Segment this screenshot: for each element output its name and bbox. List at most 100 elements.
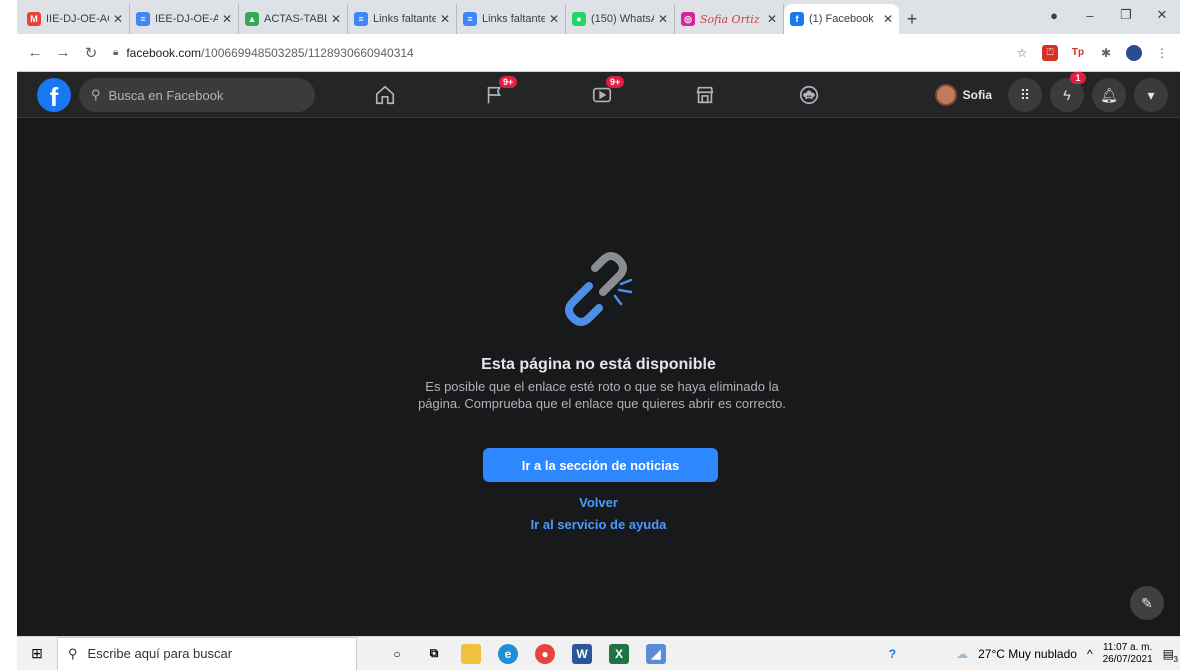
extensions: ☆ ⏍ Tp ✱ ⋮ <box>1014 44 1170 61</box>
browser-window: M IIE-DJ-OE-AC ✕ ≡ IEE-DJ-OE-AC ✕ ▲ ACTAS-TABL ✕… <box>17 0 1180 670</box>
tab-title: ACTAS-TABL <box>264 13 327 25</box>
help-icon[interactable]: ? <box>889 647 896 661</box>
minimize-icon[interactable]: – <box>1072 8 1108 23</box>
pages-badge: 9+ <box>499 76 518 88</box>
tp-extension-icon[interactable]: Tp <box>1070 45 1086 61</box>
address-bar[interactable]: 🔒︎ facebook.com/100669948503285/11289306… <box>113 39 1014 67</box>
browser-tab[interactable]: ≡ IEE-DJ-OE-AC ✕ <box>130 4 239 34</box>
word-icon[interactable]: W <box>572 643 592 664</box>
messenger-icon: ϟ <box>1063 87 1071 103</box>
new-message-button[interactable]: ✎ <box>1130 586 1164 620</box>
browser-tab[interactable]: ≡ Links faltante ✕ <box>348 4 457 34</box>
nav-groups[interactable] <box>779 72 839 118</box>
close-tab-icon[interactable]: ✕ <box>331 12 341 26</box>
file-explorer-icon[interactable] <box>461 643 481 664</box>
tab-title: Sofia Ortiz <box>700 12 760 26</box>
messenger-button[interactable]: ϟ 1 <box>1050 72 1086 112</box>
back-icon[interactable]: ← <box>23 44 47 61</box>
back-link[interactable]: Volver <box>17 495 1180 510</box>
chrome-icon[interactable]: ● <box>535 643 555 664</box>
nav-home[interactable] <box>355 72 415 118</box>
task-view-icon[interactable]: ⧉ <box>424 644 444 664</box>
close-tab-icon[interactable]: ✕ <box>113 12 123 26</box>
url-path: /100669948503285/1128930660940314 <box>201 45 414 60</box>
notifications-button[interactable]: 🔔︎ <box>1092 78 1126 112</box>
page-title: Esta página no está disponible <box>481 356 716 373</box>
tab-title: IIE-DJ-OE-AC <box>46 13 109 25</box>
broken-link-icon <box>565 252 633 326</box>
close-tab-icon[interactable]: ✕ <box>658 12 668 26</box>
edge-icon[interactable]: e <box>498 643 518 664</box>
window-controls: ● – ❐ ✕ <box>1036 0 1180 30</box>
time-text: 11:07 a. m. <box>1102 642 1153 653</box>
tab-title: (150) WhatsA <box>591 13 654 25</box>
notification-count: 3 <box>1173 655 1178 664</box>
url-host: facebook.com <box>126 45 202 60</box>
reload-icon[interactable]: ↻ <box>79 44 103 62</box>
nav-watch[interactable]: 9+ <box>572 72 632 118</box>
notifications-icon[interactable]: ▤ 3 <box>1163 647 1178 664</box>
windows-taskbar: ⊞ ⚲ Escribe aquí para buscar ○ ⧉ e ● W X… <box>17 636 1180 670</box>
cortana-icon[interactable]: ○ <box>387 644 407 664</box>
browser-tab[interactable]: f (1) Facebook ✕ <box>784 4 899 34</box>
messenger-badge: 1 <box>1070 72 1086 84</box>
search-icon: ⚲ <box>91 87 101 102</box>
close-tab-icon[interactable]: ✕ <box>222 12 232 26</box>
nav-marketplace[interactable] <box>675 72 735 118</box>
taskbar-apps: ○ ⧉ e ● W X ◢ <box>387 643 666 664</box>
new-tab-button[interactable]: + <box>899 4 925 34</box>
go-to-newsfeed-button[interactable]: Ir a la sección de noticias <box>483 448 718 482</box>
close-tab-icon[interactable]: ✕ <box>883 12 893 26</box>
excel-icon[interactable]: X <box>609 643 629 664</box>
gmail-icon: M <box>27 12 41 26</box>
profile-button[interactable]: Sofia <box>934 84 1000 106</box>
close-tab-icon[interactable]: ✕ <box>549 12 559 26</box>
browser-toolbar: ← → ↻ 🔒︎ facebook.com/100669948503285/11… <box>17 34 1180 72</box>
pdf-extension-icon[interactable]: ⏍ <box>1042 44 1058 61</box>
docs-icon: ≡ <box>463 12 477 26</box>
browser-tab[interactable]: ≡ Links faltante ✕ <box>457 4 566 34</box>
home-icon <box>375 85 395 105</box>
search-icon: ⚲ <box>68 645 78 661</box>
header-actions: Sofia ⠿ ϟ 1 🔔︎ ▾ <box>934 72 1168 112</box>
profile-avatar-icon[interactable] <box>1126 44 1142 61</box>
close-tab-icon[interactable]: ✕ <box>767 12 777 26</box>
puzzle-extension-icon[interactable]: ✱ <box>1098 45 1114 61</box>
tab-strip: M IIE-DJ-OE-AC ✕ ≡ IEE-DJ-OE-AC ✕ ▲ ACTAS-TABL ✕… <box>17 0 1180 34</box>
weather-text[interactable]: 27°C Muy nublado <box>978 647 1077 661</box>
groups-icon <box>799 85 819 105</box>
browser-tab[interactable]: ◎ Sofia Ortiz ✕ <box>675 4 784 34</box>
date-text: 26/07/2021 <box>1102 654 1153 665</box>
account-menu-button[interactable]: ▾ <box>1134 78 1168 112</box>
menu-grid-button[interactable]: ⠿ <box>1008 78 1042 112</box>
tab-title: Links faltante <box>482 13 545 25</box>
profile-dot-icon[interactable]: ● <box>1036 8 1072 23</box>
bookmark-star-icon[interactable]: ☆ <box>1014 45 1030 61</box>
help-center-link[interactable]: Ir al servicio de ayuda <box>17 517 1180 532</box>
tab-title: Links faltante <box>373 13 436 25</box>
network-app-icon[interactable]: ◢ <box>646 643 666 664</box>
caret-down-icon: ▾ <box>1147 86 1155 103</box>
taskbar-search-input[interactable]: ⚲ Escribe aquí para buscar <box>57 636 357 670</box>
facebook-logo-icon[interactable]: f <box>37 78 71 112</box>
maximize-icon[interactable]: ❐ <box>1108 7 1144 23</box>
error-description: Es posible que el enlace esté roto o que… <box>418 379 786 411</box>
menu-kebab-icon[interactable]: ⋮ <box>1154 45 1170 61</box>
facebook-header: f ⚲ Busca en Facebook 9+ 9+ Sofia ⠿ ϟ 1 … <box>17 72 1180 118</box>
browser-tab[interactable]: ▲ ACTAS-TABL ✕ <box>239 4 348 34</box>
browser-tab[interactable]: ● (150) WhatsA ✕ <box>566 4 675 34</box>
close-window-icon[interactable]: ✕ <box>1144 7 1180 23</box>
facebook-search-input[interactable]: ⚲ Busca en Facebook <box>79 78 315 112</box>
tab-title: (1) Facebook <box>809 13 874 25</box>
forward-icon[interactable]: → <box>51 44 75 61</box>
close-tab-icon[interactable]: ✕ <box>440 12 450 26</box>
browser-tab[interactable]: M IIE-DJ-OE-AC ✕ <box>21 4 130 34</box>
nav-pages[interactable]: 9+ <box>465 72 525 118</box>
tab-title: IEE-DJ-OE-AC <box>155 13 218 25</box>
clock[interactable]: 11:07 a. m. 26/07/2021 <box>1103 642 1153 666</box>
compose-icon: ✎ <box>1141 594 1153 611</box>
bell-icon: 🔔︎ <box>1100 86 1118 103</box>
taskbar-search-placeholder: Escribe aquí para buscar <box>87 646 233 661</box>
tray-expand-icon[interactable]: ^ <box>1087 647 1093 661</box>
windows-start-icon[interactable]: ⊞ <box>17 645 57 662</box>
